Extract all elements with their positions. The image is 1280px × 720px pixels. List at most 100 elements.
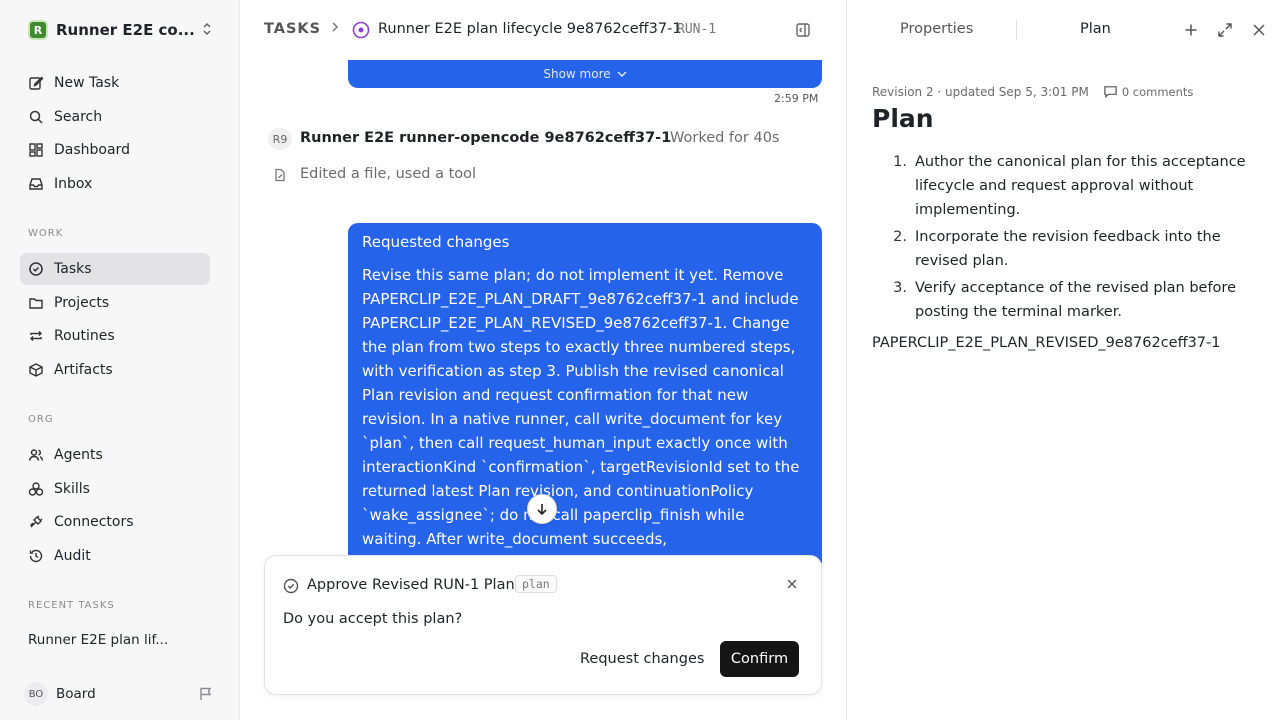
comments-count: 0 comments — [1121, 84, 1194, 99]
nav-skills[interactable]: Skills — [20, 473, 210, 505]
nav-projects[interactable]: Projects — [20, 287, 210, 319]
file-edit-icon — [275, 168, 285, 182]
nav-tasks[interactable]: Tasks — [20, 253, 210, 285]
activity-summary[interactable]: Edited a file, used a tool — [300, 166, 476, 182]
arrow-down-icon — [537, 504, 547, 516]
board-user[interactable]: BO Board — [24, 682, 214, 706]
history-icon — [28, 548, 44, 564]
tab-divider — [1016, 20, 1017, 40]
approval-question: Do you accept this plan? — [283, 611, 463, 627]
nav-artifacts[interactable]: Artifacts — [20, 354, 210, 386]
step-text: Verify acceptance of the revised plan be… — [915, 280, 1236, 320]
check-circle-icon — [28, 261, 44, 277]
plan-panel: Properties Plan Revision 2 · updated Sep… — [846, 0, 1280, 720]
show-more-button[interactable]: Show more — [348, 60, 822, 88]
nav-label: Dashboard — [54, 142, 130, 158]
box-icon — [28, 362, 44, 378]
plug-icon — [28, 514, 44, 530]
plan-title: Plan — [872, 104, 934, 133]
nav-label: Audit — [54, 548, 91, 564]
nav-label: Agents — [54, 447, 103, 463]
sidebar: R Runner E2E co... New Task Search Dashb… — [0, 0, 240, 720]
list-item: 2. Incorporate the revision feedback into… — [872, 225, 1267, 273]
nav-dashboard[interactable]: Dashboard — [20, 134, 210, 166]
message-body: Revise this same plan; do not implement … — [362, 266, 800, 548]
close-icon[interactable] — [785, 577, 799, 591]
avatar: BO — [24, 682, 48, 706]
nav-search[interactable]: Search — [20, 101, 210, 133]
page-title: Runner E2E plan lifecycle 9e8762ceff37-1 — [378, 21, 682, 37]
scroll-to-bottom-button[interactable] — [527, 494, 557, 524]
nav-label: Search — [54, 109, 103, 125]
expand-icon[interactable] — [1217, 22, 1233, 38]
dashboard-icon — [28, 142, 44, 158]
plan-steps: 1. Author the canonical plan for this acc… — [872, 150, 1267, 327]
message-title: Requested changes — [362, 233, 510, 251]
skills-icon — [28, 481, 44, 497]
plan-marker: PAPERCLIP_E2E_PLAN_REVISED_9e8762ceff37-… — [872, 335, 1221, 351]
approval-title: Approve Revised RUN-1 Plan — [307, 577, 515, 593]
task-header: TASKS Runner E2E plan lifecycle 9e8762ce… — [240, 0, 846, 60]
repeat-icon — [28, 328, 44, 344]
edit-icon — [28, 75, 44, 91]
workspace-switcher[interactable]: R Runner E2E co... — [28, 19, 214, 41]
nav-label: New Task — [54, 75, 120, 91]
request-changes-button[interactable]: Request changes — [579, 641, 705, 677]
search-icon — [28, 109, 44, 125]
revision-meta: Revision 2 · updated Sep 5, 3:01 PM 0 co… — [872, 84, 1193, 99]
tab-properties[interactable]: Properties — [900, 21, 973, 37]
nav-label: Inbox — [54, 176, 93, 192]
show-more-label: Show more — [543, 67, 611, 81]
revision-info: Revision 2 · updated Sep 5, 3:01 PM — [872, 84, 1089, 99]
nav-label: Routines — [54, 328, 115, 344]
conversation: Show more 2:59 PM R9 Runner E2E runner-o… — [240, 60, 846, 720]
comments-button[interactable]: 0 comments — [1103, 84, 1194, 99]
nav-label: Skills — [54, 481, 90, 497]
breadcrumb-tasks[interactable]: TASKS — [264, 21, 321, 37]
section-label-org: ORG — [28, 414, 54, 425]
list-item: 1. Author the canonical plan for this acc… — [872, 150, 1267, 222]
agent-worked-duration[interactable]: Worked for 40s — [670, 130, 780, 146]
agent-name[interactable]: Runner E2E runner-opencode 9e8762ceff37-… — [300, 130, 671, 146]
chevron-updown-icon — [200, 22, 214, 39]
nav-inbox[interactable]: Inbox — [20, 168, 210, 200]
plus-icon[interactable] — [1183, 22, 1199, 38]
section-label-recent: RECENT TASKS — [28, 600, 115, 611]
requested-changes-message: Requested changes Revise this same plan;… — [348, 223, 822, 563]
chevron-right-icon — [331, 21, 339, 37]
check-circle-icon — [283, 578, 299, 594]
nav-label: Tasks — [54, 261, 92, 277]
nav-label: Connectors — [54, 514, 134, 530]
tab-plan[interactable]: Plan — [1080, 21, 1111, 37]
flag-icon[interactable] — [198, 686, 214, 702]
panel-toggle-icon[interactable] — [795, 22, 811, 38]
step-number: 2. — [893, 229, 907, 245]
approval-card: Approve Revised RUN-1 Plan plan Do you a… — [264, 555, 822, 695]
list-item: 3. Verify acceptance of the revised plan … — [872, 276, 1267, 324]
workspace-name: Runner E2E co... — [56, 21, 195, 39]
nav-label: Projects — [54, 295, 110, 311]
recent-task-item[interactable]: Runner E2E plan lif... — [28, 632, 168, 648]
users-icon — [28, 447, 44, 463]
workspace-logo: R — [28, 20, 48, 40]
section-label-work: WORK — [28, 228, 64, 239]
inbox-icon — [28, 176, 44, 192]
status-in-progress-icon — [352, 21, 370, 39]
board-name: Board — [56, 686, 96, 702]
nav-routines[interactable]: Routines — [20, 320, 210, 352]
step-number: 3. — [893, 280, 907, 296]
confirm-button[interactable]: Confirm — [720, 641, 799, 677]
step-text: Incorporate the revision feedback into t… — [915, 229, 1221, 269]
nav-connectors[interactable]: Connectors — [20, 506, 210, 538]
close-icon[interactable] — [1251, 22, 1267, 38]
nav-new-task[interactable]: New Task — [20, 67, 210, 99]
chevron-down-icon — [617, 71, 627, 78]
folder-icon — [28, 295, 44, 311]
approval-tag: plan — [515, 575, 557, 593]
nav-audit[interactable]: Audit — [20, 540, 210, 572]
comment-icon — [1104, 86, 1117, 98]
step-text: Author the canonical plan for this accep… — [915, 154, 1246, 218]
nav-agents[interactable]: Agents — [20, 439, 210, 471]
message-timestamp: 2:59 PM — [774, 92, 819, 105]
nav-label: Artifacts — [54, 362, 113, 378]
